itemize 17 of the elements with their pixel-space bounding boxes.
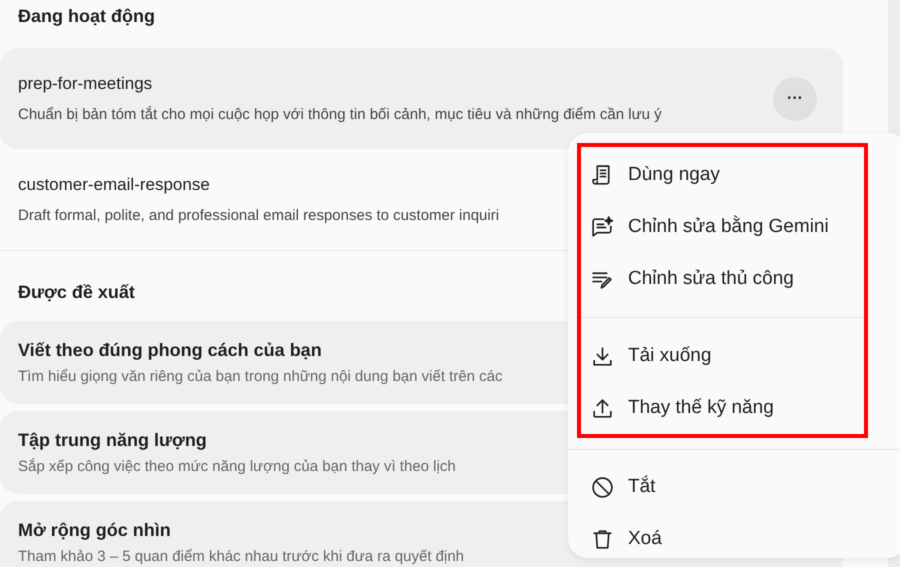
section-heading: Đang hoạt động xyxy=(17,5,156,28)
skill-description: Sắp xếp công việc theo mức năng lượng của bạn thay vì theo lịch xyxy=(18,458,456,475)
skill-name: Mở rộng góc nhìn xyxy=(18,520,171,541)
skill-name: prep-for-meetings xyxy=(18,74,152,94)
section-heading: Được đề xuất xyxy=(17,281,136,304)
menu-item[interactable]: Chỉnh sửa thủ công xyxy=(581,253,864,305)
skill-name: Viết theo đúng phong cách của bạn xyxy=(18,340,322,361)
sparkle-note-icon xyxy=(590,214,615,240)
skill-name: Tập trung năng lượng xyxy=(18,430,207,451)
skill-description: Tìm hiểu giọng văn riêng của bạn trong những nội dung bạn viết trên các xyxy=(18,368,503,385)
skill-description: Chuẩn bị bản tóm tắt cho mọi cuộc họp với thông tin bối cảnh, mục tiêu và những điểm cần lưu ý xyxy=(18,106,662,123)
skill-name: customer-email-response xyxy=(18,175,210,195)
skill-description: Draft formal, polite, and professional email responses to customer inquiri xyxy=(18,207,500,224)
skill-card[interactable]: prep-for-meetings Chuẩn bị bản tóm tắt cho mọi cuộc họp với thông tin bối cảnh, mục tiêu và những điểm cần lưu ý ··· xyxy=(0,48,843,149)
more-button[interactable]: ··· xyxy=(773,76,817,120)
skill-description: Tham khảo 3 – 5 quan điểm khác nhau trước khi đưa ra quyết định xyxy=(18,548,464,565)
block-icon xyxy=(590,474,615,500)
